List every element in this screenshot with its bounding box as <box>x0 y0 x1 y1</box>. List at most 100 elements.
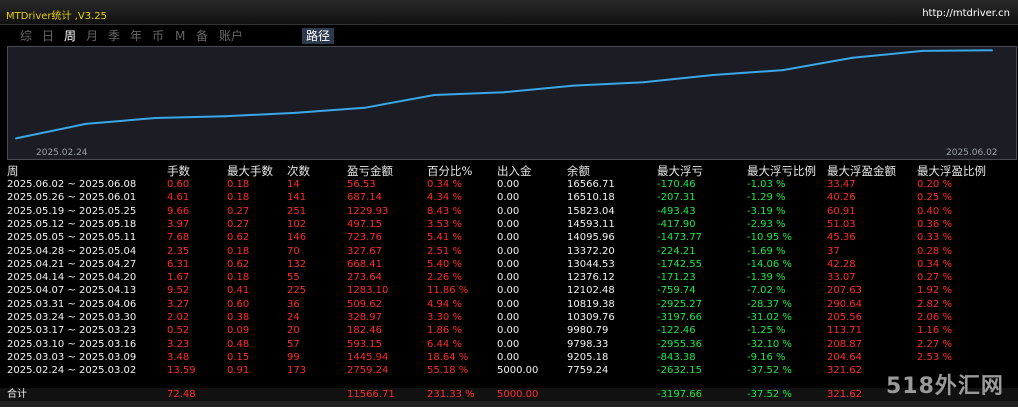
total-max-fp: 321.62 <box>827 389 862 400</box>
balance-point <box>293 111 296 114</box>
balance-point <box>781 69 784 72</box>
x-end-label: 2025.06.02 <box>946 148 998 158</box>
col-count[interactable]: 次数 <box>287 163 310 178</box>
col-max-fp-pct[interactable]: 最大浮盈比例 <box>917 163 986 178</box>
cell-max-dd: -207.31 <box>657 192 696 204</box>
cell-pnl: 1229.93 <box>347 205 389 217</box>
balance-series-line <box>15 49 993 140</box>
tab-account[interactable]: 账户 <box>217 28 245 44</box>
col-week[interactable]: 周 <box>7 163 19 178</box>
cell-max-dd-pct: -1.25 % <box>747 325 786 337</box>
cell-lots: 4.61 <box>167 192 190 204</box>
cell-pnl: 497.15 <box>347 218 382 230</box>
table-row[interactable]: 2025.04.07 ~ 2025.04.13 9.52 0.41 225 1283.1… <box>0 284 1018 297</box>
col-max-dd[interactable]: 最大浮亏 <box>657 163 703 178</box>
col-lots[interactable]: 手数 <box>167 163 190 178</box>
tab-daily[interactable]: 日 <box>40 28 56 44</box>
cell-max-dd: -2925.27 <box>657 298 702 310</box>
tab-monthly[interactable]: 月 <box>84 28 100 44</box>
col-io[interactable]: 出入金 <box>497 163 532 178</box>
table-row[interactable]: 2025.06.02 ~ 2025.06.08 0.60 0.18 14 56.53 0.… <box>0 178 1018 191</box>
table-row[interactable]: 2025.05.26 ~ 2025.06.01 4.61 0.18 141 687.14… <box>0 191 1018 204</box>
cell-max-fp-pct: 0.34 % <box>917 258 952 270</box>
table-row[interactable]: 2025.03.03 ~ 2025.03.09 3.48 0.15 99 1445.94… <box>0 351 1018 364</box>
cell-max-fp-pct: 2.53 % <box>917 351 952 363</box>
tab-weekly[interactable]: 周 <box>62 28 78 44</box>
cell-max-fp: 37 <box>827 245 840 257</box>
tab-quarterly[interactable]: 季 <box>106 28 122 44</box>
cell-io: 0.00 <box>497 218 520 230</box>
cell-week: 2025.02.24 ~ 2025.03.02 <box>7 365 137 377</box>
table-row[interactable]: 2025.05.19 ~ 2025.05.25 9.66 0.27 251 1229.9… <box>0 205 1018 218</box>
col-max-lots[interactable]: 最大手数 <box>227 163 273 178</box>
cell-max-fp-pct: 2.06 % <box>917 312 952 323</box>
cell-balance: 10819.38 <box>567 298 615 310</box>
table-row[interactable]: 2025.04.28 ~ 2025.05.04 2.35 0.18 70 327.67 2… <box>0 245 1018 258</box>
cell-io: 0.00 <box>497 245 520 257</box>
cell-count: 70 <box>287 245 300 257</box>
table-row[interactable]: 2025.03.10 ~ 2025.03.16 3.23 0.48 57 593.15 6… <box>0 338 1018 351</box>
cell-balance: 16510.18 <box>567 192 615 204</box>
cell-io: 0.00 <box>497 351 520 363</box>
cell-max-lots: 0.38 <box>227 312 250 323</box>
cell-count: 36 <box>287 298 300 310</box>
cell-max-fp: 204.64 <box>827 351 862 363</box>
tab-currency[interactable]: 币 <box>150 28 166 44</box>
cell-max-lots: 0.62 <box>227 258 250 270</box>
balance-point <box>154 117 157 120</box>
cell-max-dd: -122.46 <box>657 325 696 337</box>
table-row[interactable]: 2025.02.24 ~ 2025.03.02 13.59 0.91 173 2759.… <box>0 364 1018 377</box>
cell-max-lots: 0.60 <box>227 298 250 310</box>
col-pct[interactable]: 百分比% <box>427 163 472 178</box>
tab-path[interactable]: 路径 <box>302 28 335 44</box>
cell-max-fp-pct: 2.27 % <box>917 338 952 350</box>
cell-balance: 9205.18 <box>567 351 609 363</box>
cell-max-dd-pct: -1.29 % <box>747 192 786 204</box>
balance-line-chart: 2025.02.24 2025.06.02 <box>15 49 998 158</box>
cell-pnl: 273.64 <box>347 272 382 284</box>
tab-overview[interactable]: 综 <box>18 28 34 44</box>
cell-week: 2025.06.02 ~ 2025.06.08 <box>7 179 137 190</box>
table-row[interactable]: 2025.03.31 ~ 2025.04.06 3.27 0.60 36 509.62 4… <box>0 298 1018 311</box>
tab-m[interactable]: M <box>173 28 187 44</box>
cell-pnl: 509.62 <box>347 298 382 310</box>
cell-max-fp-pct: 0.27 % <box>917 272 952 284</box>
table-row[interactable]: 2025.05.12 ~ 2025.05.18 3.97 0.27 102 497.15… <box>0 218 1018 231</box>
cell-lots: 9.52 <box>167 285 190 297</box>
cell-pct: 3.53 % <box>427 218 462 230</box>
cell-lots: 1.67 <box>167 272 190 284</box>
table-row[interactable]: 2025.03.17 ~ 2025.03.23 0.52 0.09 20 182.46 1… <box>0 324 1018 337</box>
tab-yearly[interactable]: 年 <box>128 28 144 44</box>
bottom-scrollbar[interactable] <box>0 401 1018 407</box>
cell-balance: 15823.04 <box>567 205 615 217</box>
cell-max-fp-pct: 0.40 % <box>917 205 952 217</box>
total-io: 5000.00 <box>497 389 539 400</box>
cell-max-fp-pct: 0.33 % <box>917 232 952 244</box>
tab-notes[interactable]: 备 <box>194 28 210 44</box>
cell-max-fp: 208.87 <box>827 338 862 350</box>
cell-max-dd: -417.90 <box>657 218 696 230</box>
website-link[interactable]: http://mtdriver.cn <box>922 8 1010 19</box>
table-row[interactable]: 2025.04.21 ~ 2025.04.27 6.31 0.62 132 668.41… <box>0 258 1018 271</box>
col-max-fp[interactable]: 最大浮盈金额 <box>827 163 896 178</box>
cell-pct: 8.43 % <box>427 205 462 217</box>
total-row: 合计 72.48 11566.71 231.33 % 5000.00 -3197… <box>0 388 1018 401</box>
cell-max-lots: 0.18 <box>227 179 250 190</box>
cell-pnl: 182.46 <box>347 325 382 337</box>
table-row[interactable]: 2025.03.24 ~ 2025.03.30 2.02 0.38 24 328.97 3… <box>0 311 1018 324</box>
cell-max-dd-pct: -1.69 % <box>747 245 786 257</box>
cell-lots: 2.35 <box>167 245 190 257</box>
table-row[interactable]: 2025.04.14 ~ 2025.04.20 1.67 0.18 55 273.64 2… <box>0 271 1018 284</box>
cell-max-dd-pct: -9.16 % <box>747 351 786 363</box>
cell-lots: 3.48 <box>167 351 190 363</box>
col-pnl[interactable]: 盈亏金额 <box>347 163 393 178</box>
cell-max-dd: -224.21 <box>657 245 696 257</box>
cell-max-dd-pct: -1.03 % <box>747 179 786 190</box>
cell-max-dd: -2632.15 <box>657 365 702 377</box>
table-row[interactable]: 2025.05.05 ~ 2025.05.11 7.68 0.62 146 723.76… <box>0 231 1018 244</box>
cell-week: 2025.05.26 ~ 2025.06.01 <box>7 192 137 204</box>
col-balance[interactable]: 余额 <box>567 163 590 178</box>
col-max-dd-pct[interactable]: 最大浮亏比例 <box>747 163 816 178</box>
cell-io: 0.00 <box>497 312 520 323</box>
cell-pct: 3.30 % <box>427 312 462 323</box>
